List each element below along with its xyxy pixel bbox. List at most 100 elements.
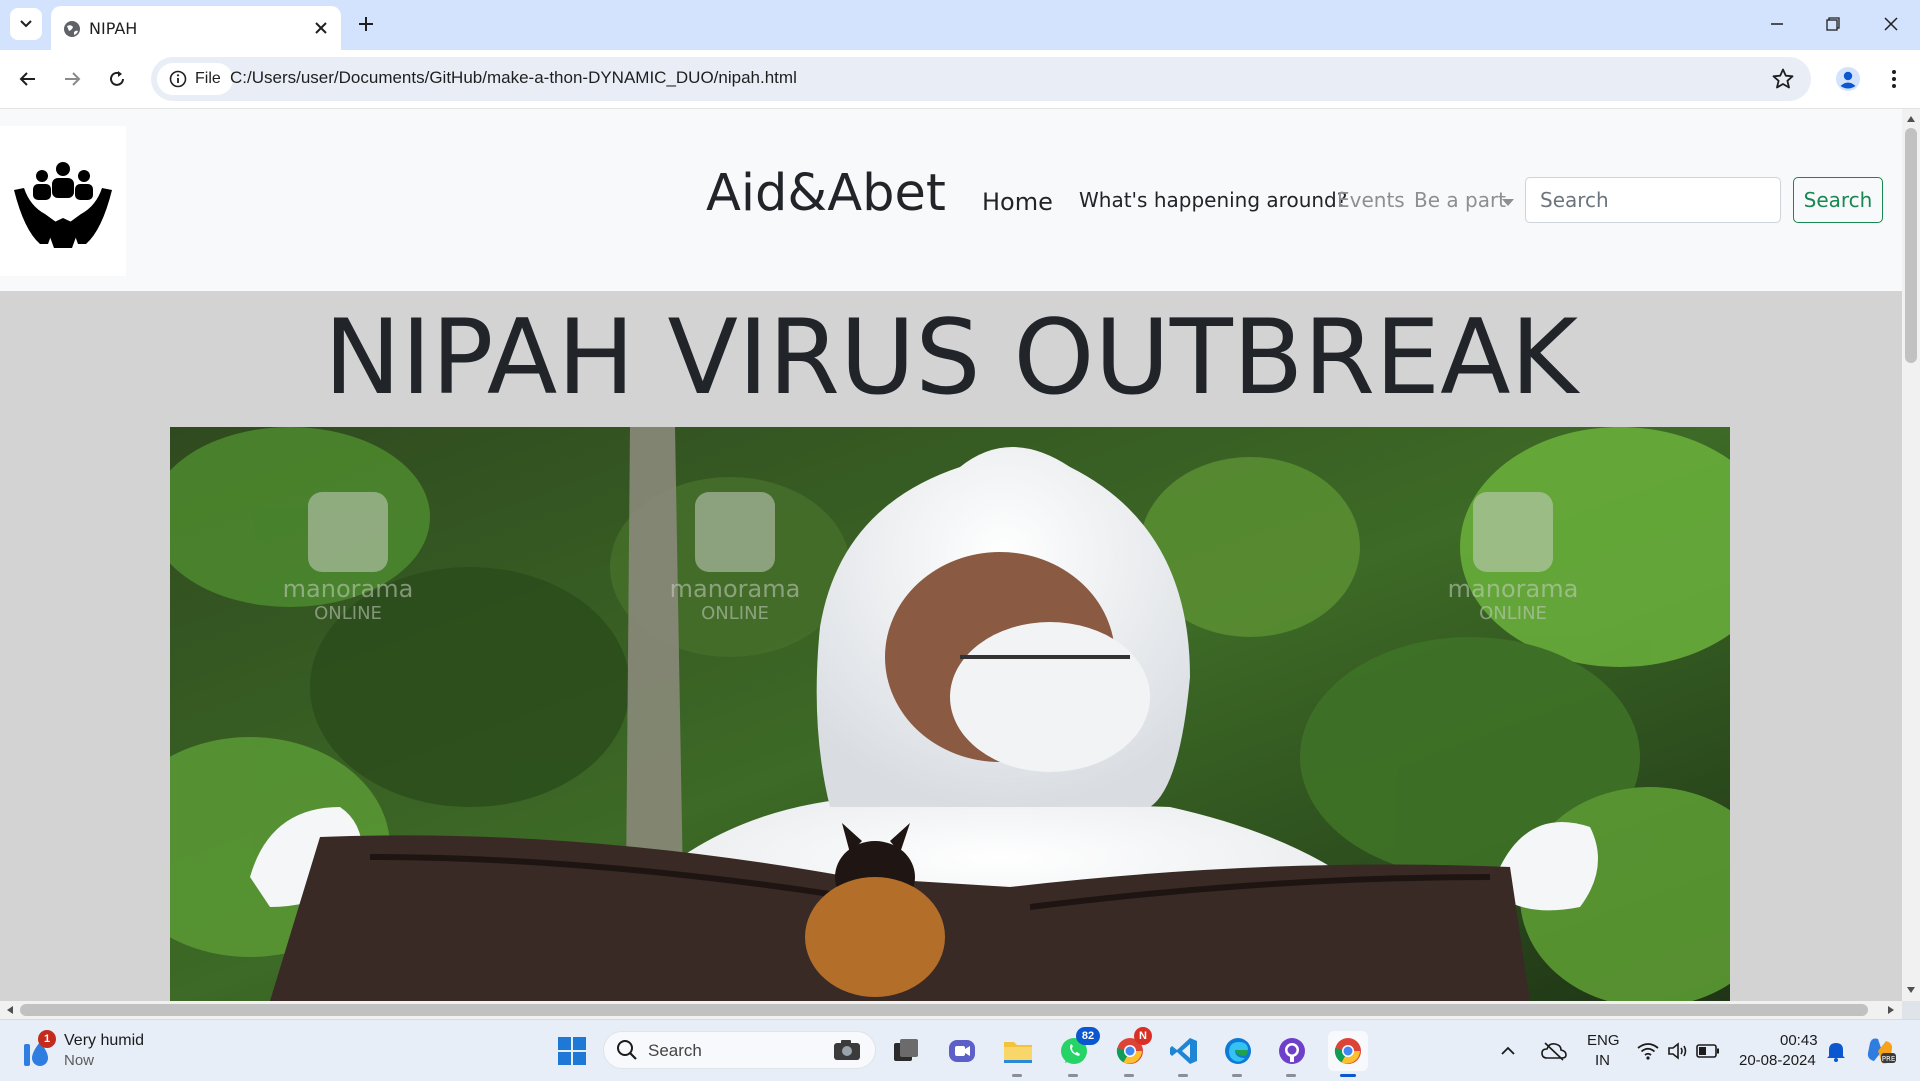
- close-window-button[interactable]: [1866, 6, 1916, 42]
- taskbar-app-vscode[interactable]: [1164, 1031, 1204, 1077]
- hero-image-bat-researcher: manorama ONLINE manorama ONLINE manorama…: [170, 427, 1730, 1001]
- folder-icon: [1004, 1042, 1032, 1063]
- browser-tab[interactable]: NIPAH: [51, 6, 341, 50]
- running-indicator: [1178, 1074, 1188, 1077]
- vertical-scrollbar[interactable]: [1902, 109, 1920, 1001]
- minimize-button[interactable]: [1752, 6, 1802, 42]
- camera-icon: [834, 1040, 860, 1060]
- site-info-chip[interactable]: File: [157, 63, 233, 95]
- reload-icon: [110, 71, 124, 86]
- site-search-button[interactable]: Search: [1793, 177, 1883, 223]
- taskbar-app-edge[interactable]: [1218, 1031, 1258, 1077]
- watermark-subtext: ONLINE: [701, 603, 769, 624]
- browser-toolbar: File C:/Users/user/Documents/GitHub/make…: [0, 50, 1920, 109]
- speaker-icon: [1668, 1042, 1687, 1060]
- nav-dropdown-be-a-part[interactable]: Be a part: [1414, 188, 1506, 212]
- arrow-left-icon: [19, 72, 35, 86]
- start-button[interactable]: [552, 1031, 592, 1071]
- video-chat-icon: [949, 1040, 975, 1062]
- plus-icon: [359, 17, 373, 31]
- task-view-icon: [894, 1039, 918, 1061]
- watermark-text: manorama: [283, 575, 414, 603]
- nav-link-home[interactable]: Home: [982, 188, 1053, 216]
- running-indicator: [1012, 1074, 1022, 1077]
- site-search-input[interactable]: [1525, 177, 1781, 223]
- avatar-icon: [1836, 67, 1860, 91]
- taskbar-app-teams[interactable]: [942, 1031, 982, 1071]
- address-bar[interactable]: File C:/Users/user/Documents/GitHub/make…: [151, 57, 1811, 101]
- minimize-icon: [1771, 23, 1783, 25]
- close-icon[interactable]: [311, 18, 331, 38]
- github-icon: [1279, 1038, 1305, 1064]
- horizontal-scrollbar[interactable]: [0, 1001, 1902, 1019]
- running-indicator: [1232, 1074, 1242, 1077]
- taskbar-app-github-desktop[interactable]: [1272, 1031, 1312, 1077]
- globe-icon: [64, 21, 80, 37]
- site-info-label: File: [195, 70, 221, 87]
- chrome-icon: [1334, 1038, 1361, 1064]
- notifications-button[interactable]: [1822, 1031, 1850, 1071]
- vertical-scrollbar-thumb[interactable]: [1905, 128, 1917, 363]
- reload-button[interactable]: [101, 63, 133, 95]
- copilot-icon: PRE: [1867, 1038, 1896, 1064]
- scroll-down-arrow-icon[interactable]: [1907, 987, 1915, 993]
- battery-button[interactable]: [1694, 1031, 1722, 1071]
- onedrive-button[interactable]: [1536, 1031, 1572, 1071]
- forward-button[interactable]: [56, 63, 88, 95]
- main-content: NIPAH VIRUS OUTBREAK manorama ONLINE man…: [0, 291, 1902, 1001]
- taskbar-app-chrome-profile[interactable]: N: [1110, 1027, 1152, 1077]
- taskbar-app-file-explorer[interactable]: [998, 1031, 1038, 1077]
- task-view-button[interactable]: [886, 1031, 926, 1071]
- chevron-down-icon: [20, 20, 32, 28]
- chrome-profile-badge: N: [1134, 1027, 1152, 1045]
- input-language[interactable]: ENG: [1587, 1032, 1620, 1049]
- taskbar-app-chrome-active[interactable]: [1328, 1031, 1368, 1077]
- site-logo[interactable]: [0, 126, 126, 276]
- horizontal-scrollbar-thumb[interactable]: [20, 1004, 1868, 1016]
- caret-down-icon[interactable]: [1502, 199, 1514, 206]
- scroll-up-arrow-icon[interactable]: [1907, 116, 1915, 122]
- nav-link-whats-happening[interactable]: What's happening around?: [1079, 188, 1347, 212]
- nav-link-events[interactable]: Events: [1337, 188, 1405, 212]
- browser-menu-button[interactable]: [1880, 63, 1908, 95]
- show-hidden-icons-button[interactable]: [1494, 1031, 1522, 1071]
- search-icon: [617, 1040, 637, 1060]
- whatsapp-unread-badge: 82: [1076, 1027, 1100, 1045]
- weather-condition: Very humid: [64, 1032, 145, 1049]
- running-indicator: [1124, 1074, 1134, 1077]
- scroll-left-arrow-icon[interactable]: [7, 1006, 13, 1014]
- back-button[interactable]: [12, 63, 44, 95]
- chevron-up-icon: [1501, 1046, 1515, 1055]
- info-icon: [169, 70, 187, 88]
- weather-widget[interactable]: 1 Very humid Now: [20, 1030, 180, 1074]
- volume-button[interactable]: [1664, 1031, 1692, 1071]
- page-viewport: Aid&Abet Home What's happening around? E…: [0, 109, 1902, 1001]
- restore-icon: [1826, 17, 1840, 31]
- battery-icon: [1696, 1044, 1719, 1058]
- watermark-text: manorama: [1448, 575, 1579, 603]
- clock-time[interactable]: 00:43: [1780, 1032, 1818, 1049]
- clock-date[interactable]: 20-08-2024: [1739, 1052, 1816, 1069]
- tab-search-button[interactable]: [10, 8, 42, 40]
- url-text[interactable]: C:/Users/user/Documents/GitHub/make-a-th…: [230, 68, 797, 88]
- watermark-subtext: ONLINE: [1479, 603, 1547, 624]
- site-brand[interactable]: Aid&Abet: [706, 164, 946, 223]
- weather-alert-badge: 1: [38, 1030, 56, 1048]
- input-region[interactable]: IN: [1595, 1052, 1610, 1069]
- arrow-right-icon: [65, 72, 81, 86]
- profile-button[interactable]: [1832, 63, 1864, 95]
- running-indicator: [1068, 1074, 1078, 1077]
- helping-hands-people-icon: [14, 162, 112, 248]
- more-vertical-icon: [1892, 70, 1896, 88]
- watermark-subtext: ONLINE: [314, 603, 382, 624]
- bookmark-star-icon[interactable]: [1771, 67, 1795, 91]
- network-button[interactable]: [1634, 1031, 1662, 1071]
- scroll-right-arrow-icon[interactable]: [1888, 1006, 1894, 1014]
- taskbar-app-whatsapp[interactable]: 82: [1054, 1027, 1100, 1077]
- taskbar-search-box[interactable]: Search: [603, 1031, 876, 1069]
- new-tab-button[interactable]: [352, 10, 380, 38]
- copilot-button[interactable]: PRE: [1862, 1031, 1898, 1071]
- vscode-icon: [1170, 1038, 1197, 1064]
- restore-button[interactable]: [1808, 6, 1858, 42]
- cloud-offline-icon: [1541, 1042, 1567, 1061]
